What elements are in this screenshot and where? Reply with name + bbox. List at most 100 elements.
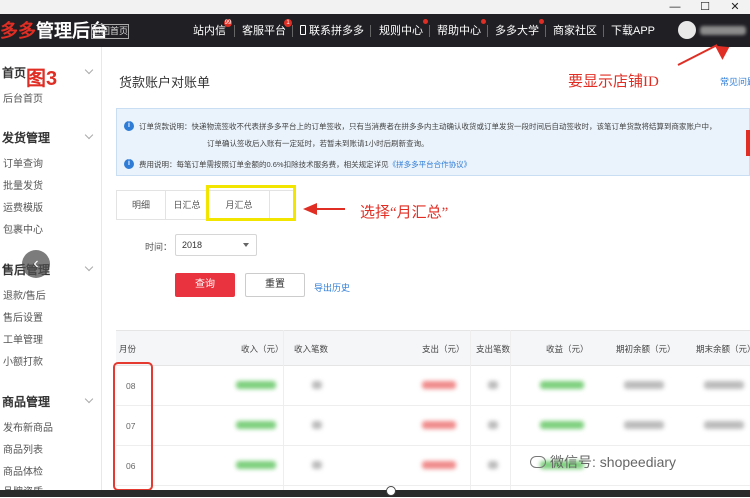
cell-expense-count-redacted [488, 421, 498, 429]
table-row: 07 [116, 406, 750, 446]
th-expense-count: 支出笔数 [476, 344, 511, 354]
wechat-icon [530, 456, 546, 468]
sidebar-item-refunds[interactable]: 退款/售后 [3, 287, 46, 302]
cell-income-redacted [236, 461, 276, 469]
chevron-down-icon[interactable] [84, 394, 94, 404]
maximize-button[interactable]: ☐ [690, 0, 720, 14]
minimize-button[interactable]: — [660, 0, 690, 14]
nav-rules[interactable]: 规则中心 [379, 19, 428, 40]
nav-download-app[interactable]: 下载APP [611, 22, 655, 40]
notice-line-1: 订单货款说明：快递物流签收不代表拼多多平台上的订单签收，只有当消费者在拼多多内主… [139, 121, 717, 132]
th-income: 收入（元） [241, 344, 284, 354]
nav-divider [429, 25, 430, 37]
sidebar-section-home[interactable]: 首页 [2, 64, 26, 81]
notice-text: 订单确认签收后入账有一定延时，若暂未到账请1小时后刷新查询。 [207, 139, 429, 148]
agreement-link[interactable]: 《拼多多平台合作协议》 [389, 160, 472, 169]
cell-expense-count-redacted [488, 381, 498, 389]
th-income-count: 收入笔数 [294, 344, 329, 354]
nav-messages[interactable]: 站内信 99 [193, 19, 232, 40]
sidebar-item-new-product[interactable]: 发布新商品 [3, 419, 53, 434]
chevron-down-icon[interactable] [84, 130, 94, 140]
cell-expense-redacted [422, 461, 456, 469]
cell-opening-redacted [624, 421, 664, 429]
sidebar-item-order-search[interactable]: 订单查询 [3, 155, 43, 170]
th-opening-balance: 期初余额（元） [616, 344, 676, 354]
sidebar-item-product-check[interactable]: 商品体检 [3, 463, 43, 478]
nav-contact-label: 联系拼多多 [309, 25, 364, 37]
sidebar-item-after-sales-settings[interactable]: 售后设置 [3, 309, 43, 324]
nav-messages-label: 站内信 [193, 25, 226, 37]
nav-rules-label: 规则中心 [379, 25, 423, 37]
nav-help-label: 帮助中心 [437, 25, 481, 37]
notice-text: 快递物流签收不代表拼多多平台上的订单签收，只有当消费者在拼多多内主动确认收货或订… [191, 122, 717, 131]
scrollbar-thumb[interactable] [386, 486, 396, 496]
nav-help[interactable]: 帮助中心 [437, 19, 486, 40]
cell-opening-redacted [624, 381, 664, 389]
arrow-head-icon [303, 203, 317, 215]
nav-university-badge [539, 19, 544, 24]
cell-income-redacted [236, 381, 276, 389]
year-select[interactable]: 2018 [175, 234, 257, 256]
sidebar-item-batch-ship[interactable]: 批量发货 [3, 177, 43, 192]
tab-detail[interactable]: 明细 [117, 191, 165, 219]
nav-customer-service[interactable]: 客服平台 1 [242, 19, 292, 40]
info-icon: i [124, 121, 134, 131]
notice-line-2: 订单确认签收后入账有一定延时，若暂未到账请1小时后刷新查询。 [207, 138, 429, 149]
notice-label: 费用说明： [139, 160, 177, 169]
cell-profit-redacted [540, 421, 584, 429]
tab-daily-summary[interactable]: 日汇总 [166, 191, 208, 219]
arrow-to-shop-id [677, 44, 718, 66]
sidebar-section-products[interactable]: 商品管理 [2, 393, 50, 410]
sidebar-item-small-payments[interactable]: 小额打款 [3, 353, 43, 368]
shop-id-redacted [700, 26, 746, 35]
sidebar-item-tickets[interactable]: 工单管理 [3, 331, 43, 346]
nav-university[interactable]: 多多大学 [495, 19, 544, 40]
table-header: 月份 收入（元） 收入笔数 支出（元） 支出笔数 收益（元） 期初余额（元） 期… [116, 330, 750, 366]
cell-closing-redacted [704, 381, 744, 389]
tab-note: 选择“月汇总” [360, 205, 449, 221]
cell-expense-redacted [422, 381, 456, 389]
notice-line-3: 费用说明：每笔订单需按照订单金额的0.6%扣除技术服务费，相关规定详见《拼多多平… [139, 159, 471, 170]
avatar[interactable] [678, 21, 696, 39]
page-title: 货款账户对账单 [119, 75, 211, 90]
query-button[interactable]: 查询 [175, 273, 235, 297]
nav-download-app-label: 下载APP [611, 25, 656, 37]
cell-profit-redacted [540, 381, 584, 389]
nav-community[interactable]: 商家社区 [553, 22, 597, 40]
sidebar-item-parcel-center[interactable]: 包裹中心 [3, 221, 43, 236]
export-history-link[interactable]: 导出历史 [314, 281, 350, 294]
top-nav: 多多管理后台 返回首页 站内信 99 客服平台 1 联系拼多多 规则中心 帮助中心 … [0, 14, 750, 47]
sidebar-item-freight-template[interactable]: 运费模版 [3, 199, 43, 214]
table-row: 08 [116, 366, 750, 406]
nav-rules-badge [423, 19, 428, 24]
notice-panel: i 订单货款说明：快递物流签收不代表拼多多平台上的订单签收，只有当消费者在拼多多… [116, 108, 750, 176]
logo-brand: 多多 [0, 21, 36, 41]
feedback-tab[interactable] [746, 130, 750, 156]
bottom-scrollbar[interactable] [0, 490, 750, 497]
nav-contact[interactable]: 联系拼多多 [300, 22, 364, 40]
shop-id-note: 要显示店铺ID [568, 74, 659, 90]
reset-button[interactable]: 重置 [245, 273, 305, 297]
year-select-value: 2018 [182, 240, 203, 250]
sidebar-section-shipping[interactable]: 发货管理 [2, 129, 50, 146]
nav-customer-service-badge: 1 [284, 19, 292, 27]
month-highlight-box [113, 362, 153, 491]
watermark: 微信号: shopeediary [530, 452, 676, 472]
sidebar-collapse-icon[interactable]: ‹ [22, 250, 50, 278]
phone-icon [300, 25, 306, 35]
cell-closing-redacted [704, 421, 744, 429]
time-label: 时间： [145, 242, 173, 252]
caret-down-icon [243, 243, 249, 247]
chevron-down-icon[interactable] [84, 262, 94, 272]
chevron-down-icon[interactable] [84, 65, 94, 75]
back-home-button[interactable]: 返回首页 [91, 24, 129, 39]
tab-highlight-box [206, 185, 296, 221]
nav-customer-service-label: 客服平台 [242, 25, 286, 37]
th-expense: 支出（元） [422, 344, 465, 354]
help-link[interactable]: 常见问题 [720, 75, 750, 88]
arrow-to-tab [315, 208, 345, 210]
close-button[interactable]: ✕ [720, 0, 750, 14]
sidebar-item-product-list[interactable]: 商品列表 [3, 441, 43, 456]
notice-text: 每笔订单需按照订单金额的0.6%扣除技术服务费，相关规定详见 [176, 160, 389, 169]
sidebar-item-dashboard[interactable]: 后台首页 [3, 90, 43, 105]
